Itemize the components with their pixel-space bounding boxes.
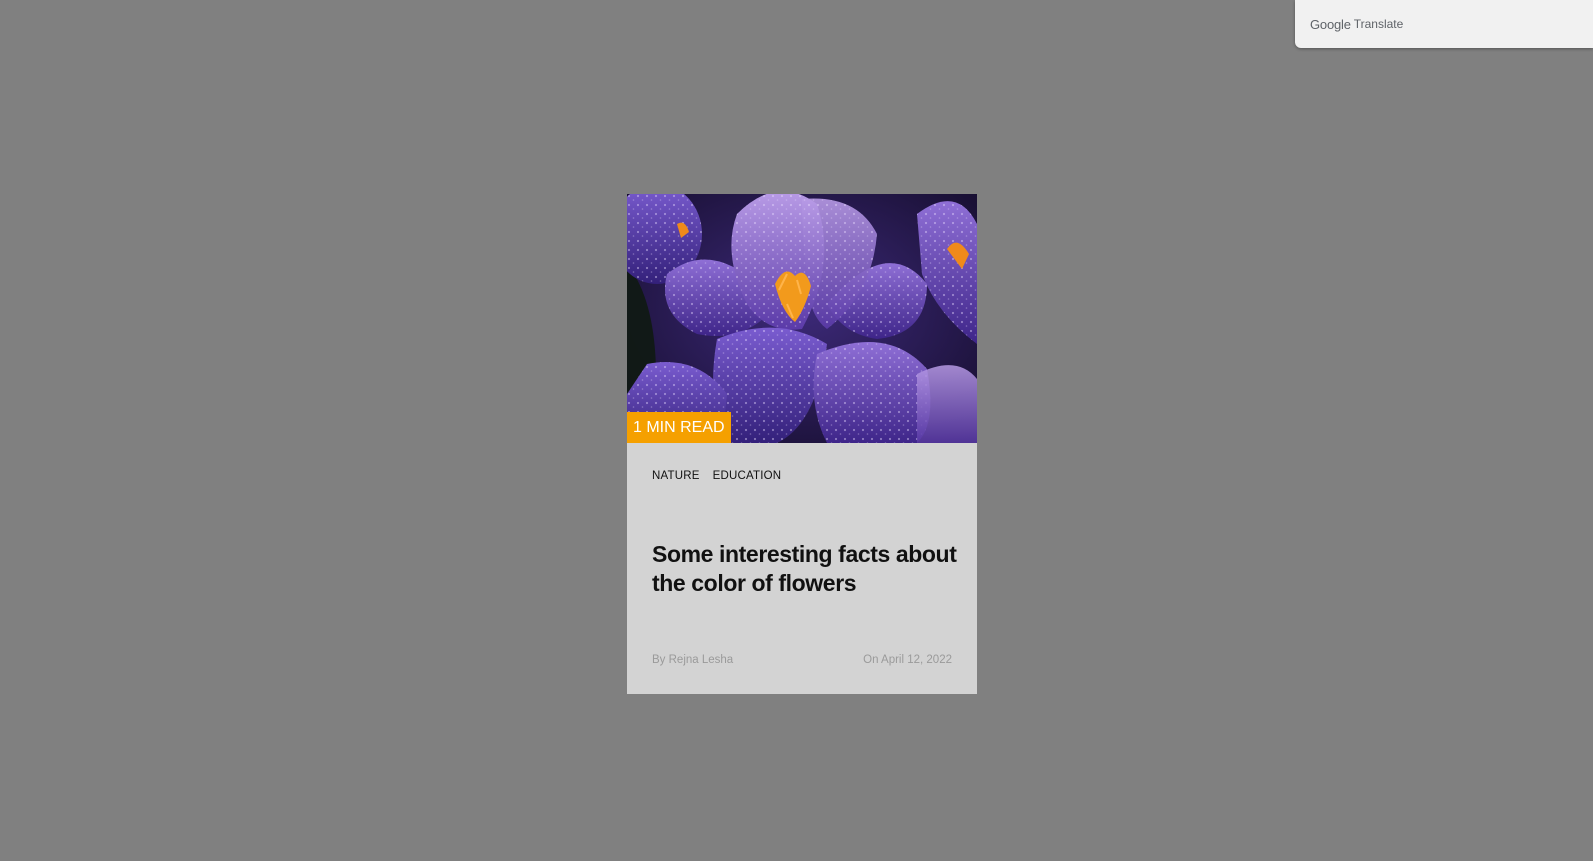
article-image[interactable]: 1 MIN READ: [627, 194, 977, 443]
tag-education[interactable]: EDUCATION: [713, 470, 782, 482]
google-logo-text: Google: [1310, 16, 1351, 32]
read-time-badge: 1 MIN READ: [627, 412, 731, 443]
translate-label: Translate: [1353, 17, 1404, 31]
tag-list: NATURE EDUCATION: [652, 470, 781, 482]
article-card[interactable]: 1 MIN READ NATURE EDUCATION Some interes…: [627, 194, 977, 694]
crocus-flower-photo-icon: [627, 194, 977, 443]
page-backdrop: Google Translate 1 MIN READ NATURE EDUCA…: [0, 0, 1593, 861]
article-title[interactable]: Some interesting facts about the color o…: [652, 540, 962, 598]
article-author: By Rejna Lesha: [652, 654, 734, 666]
google-translate-bar[interactable]: Google Translate: [1295, 0, 1593, 48]
article-date: On April 12, 2022: [863, 654, 952, 666]
tag-nature[interactable]: NATURE: [652, 470, 700, 482]
article-meta: By Rejna Lesha On April 12, 2022: [652, 654, 952, 666]
